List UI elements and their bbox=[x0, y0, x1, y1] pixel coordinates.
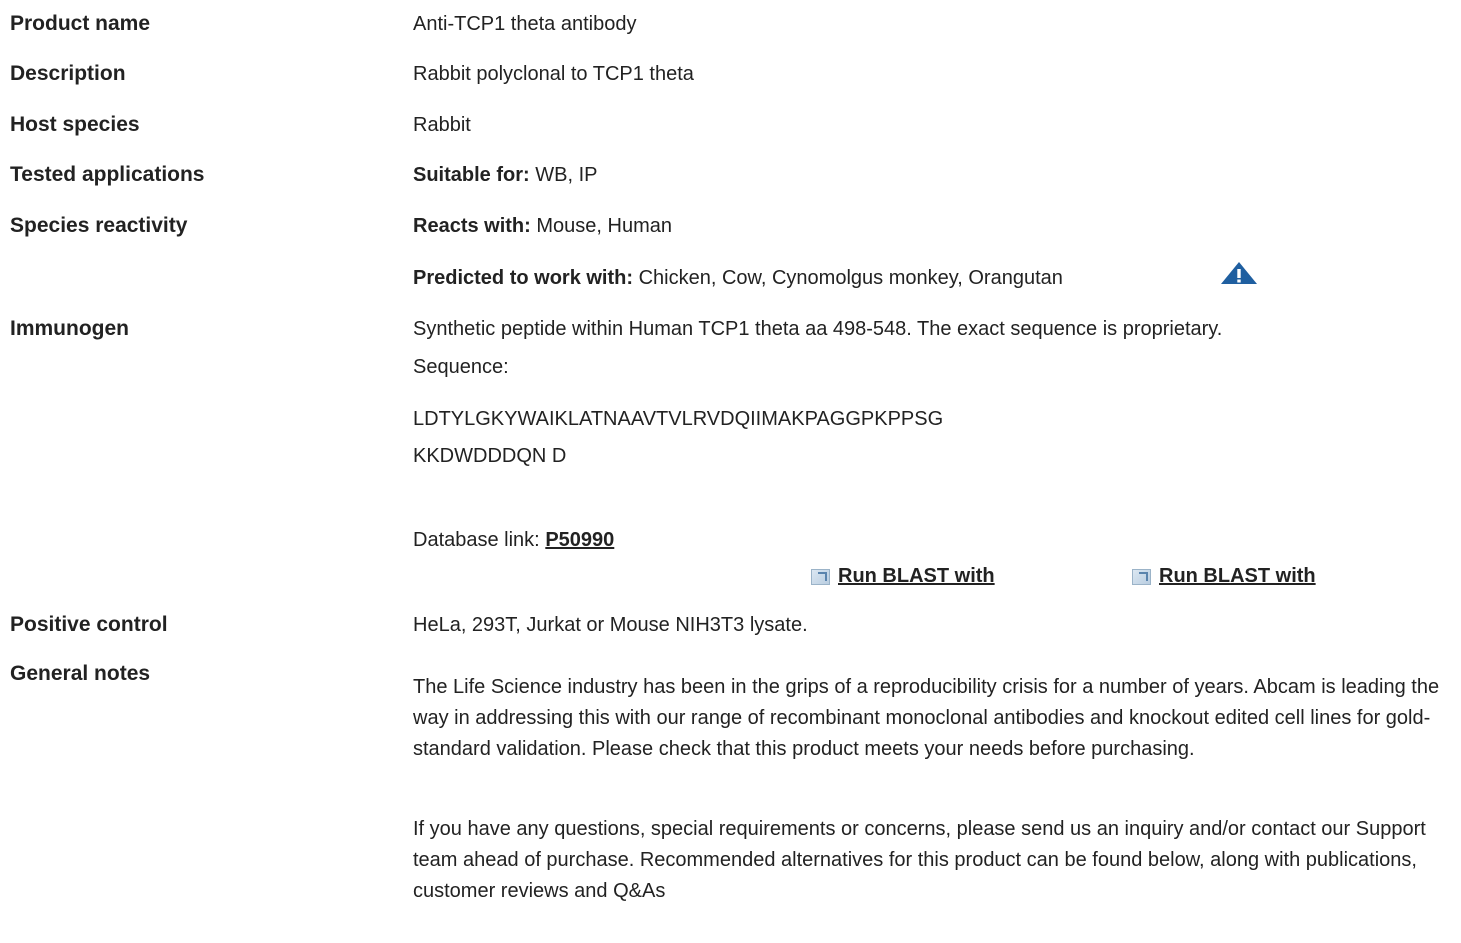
general-notes-paragraph-2: If you have any questions, special requi… bbox=[413, 818, 1426, 902]
general-notes-paragraph-1: The Life Science industry has been in th… bbox=[413, 676, 1440, 760]
reacts-with-value: Mouse, Human bbox=[536, 215, 672, 237]
label-immunogen: Immunogen bbox=[10, 317, 129, 340]
suitable-for-prefix: Suitable for: bbox=[413, 164, 530, 186]
database-link-row: Database link: P50990 bbox=[413, 529, 614, 552]
label-host-species: Host species bbox=[10, 113, 140, 136]
run-blast-link-1[interactable]: Run BLAST with bbox=[811, 565, 995, 588]
value-tested-applications: Suitable for: WB, IP bbox=[413, 164, 597, 187]
immunogen-sequence-line-1: LDTYLGKYWAIKLATNAAVTVLRVDQIIMAKPAGGPKPPS… bbox=[413, 408, 944, 430]
value-product-name: Anti-TCP1 theta antibody bbox=[413, 13, 637, 35]
predicted-prefix: Predicted to work with: bbox=[413, 267, 634, 289]
label-positive-control: Positive control bbox=[10, 613, 168, 636]
run-blast-link-2[interactable]: Run BLAST with bbox=[1132, 565, 1316, 588]
immunogen-sequence-label: Sequence: bbox=[413, 356, 509, 378]
external-link-icon bbox=[811, 568, 830, 585]
value-positive-control: HeLa, 293T, Jurkat or Mouse NIH3T3 lysat… bbox=[413, 614, 808, 636]
database-link-p50990[interactable]: P50990 bbox=[545, 529, 614, 551]
label-tested-applications: Tested applications bbox=[10, 163, 205, 186]
label-species-reactivity: Species reactivity bbox=[10, 214, 188, 237]
value-host-species: Rabbit bbox=[413, 114, 471, 136]
label-description: Description bbox=[10, 62, 126, 85]
value-predicted-to-work-with: Predicted to work with: Chicken, Cow, Cy… bbox=[413, 267, 1063, 290]
value-description: Rabbit polyclonal to TCP1 theta bbox=[413, 63, 694, 85]
label-product-name: Product name bbox=[10, 12, 151, 35]
immunogen-description: Synthetic peptide within Human TCP1 thet… bbox=[413, 318, 1223, 340]
database-link-prefix: Database link: bbox=[413, 529, 540, 551]
label-general-notes: General notes bbox=[10, 662, 151, 685]
reacts-with-prefix: Reacts with: bbox=[413, 215, 531, 237]
run-blast-link-2-label[interactable]: Run BLAST with bbox=[1159, 565, 1316, 588]
predicted-value: Chicken, Cow, Cynomolgus monkey, Orangut… bbox=[638, 267, 1063, 289]
run-blast-link-1-label[interactable]: Run BLAST with bbox=[838, 565, 995, 588]
suitable-for-value: WB, IP bbox=[535, 164, 598, 186]
value-reacts-with: Reacts with: Mouse, Human bbox=[413, 215, 672, 238]
external-link-icon bbox=[1132, 568, 1151, 585]
immunogen-sequence-line-2: KKDWDDDQN D bbox=[413, 445, 567, 467]
warning-triangle-icon[interactable] bbox=[1220, 261, 1258, 285]
